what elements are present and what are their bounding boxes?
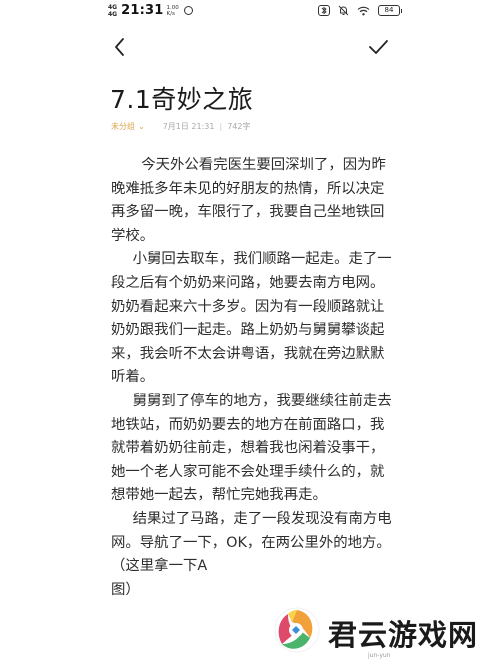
- back-button[interactable]: [110, 36, 132, 58]
- status-left: 4G 4G 21:31 1.00 K/s: [108, 3, 193, 18]
- wifi-icon: [357, 6, 370, 15]
- chevron-left-icon: [115, 38, 124, 56]
- done-button[interactable]: [366, 36, 390, 58]
- watermark-text: 君云游戏网: [328, 618, 479, 652]
- notification-app-icon: [183, 6, 193, 15]
- category-label: 未分组: [111, 122, 135, 131]
- battery-icon: 84: [378, 5, 402, 16]
- paragraph: 图）: [111, 581, 140, 598]
- note-date: 7月1日 21:31: [162, 122, 215, 131]
- paragraph: 小舅回去取车，我们顺路一起走。走了一段之后有个奶奶来问路，她要去南方电网。奶奶看…: [111, 251, 392, 386]
- watermark-logo-icon: [274, 607, 320, 653]
- chevron-down-icon: ⌄: [138, 122, 145, 131]
- note-meta: 未分组 ⌄ 7月1日 21:31 | 742字: [111, 121, 250, 132]
- clock: 21:31: [121, 3, 164, 18]
- paragraph: 舅舅到了停车的地方，我要继续往前走去地铁站，而奶奶要去的地方在前面路口，我就带着…: [111, 392, 392, 504]
- battery-level: 84: [384, 6, 394, 14]
- site-watermark: 君云游戏网 jun-yun: [272, 600, 500, 667]
- speed-unit: K/s: [166, 10, 175, 17]
- paragraph: 今天外公看完医生要回深圳了，因为昨晚难抵多年未见的好朋友的热情，所以决定再多留一…: [111, 157, 386, 244]
- paragraph: 结果过了马路，走了一段发现没有南方电网。导航了一下，OK，在两公里外的地方。（这…: [111, 510, 392, 575]
- mute-bell-icon: [338, 5, 349, 16]
- status-right: 84: [318, 5, 402, 16]
- speed-value: 1.00: [166, 4, 179, 11]
- note-title[interactable]: 7.1奇妙之旅: [110, 80, 253, 116]
- network-indicator: 4G 4G: [108, 4, 117, 18]
- meta-separator: |: [219, 122, 223, 131]
- bluetooth-icon: [318, 5, 330, 16]
- word-count: 742字: [227, 122, 251, 131]
- note-body[interactable]: 今天外公看完医生要回深圳了，因为昨晚难抵多年未见的好朋友的热情，所以决定再多留一…: [111, 154, 396, 602]
- network-bottom-label: 4G: [108, 10, 118, 18]
- status-bar: 4G 4G 21:31 1.00 K/s 84: [0, 0, 500, 24]
- network-speed: 1.00 K/s: [167, 5, 179, 17]
- checkmark-icon: [369, 40, 388, 54]
- watermark-url: jun-yun: [368, 652, 391, 659]
- network-top-label: 4G: [108, 3, 118, 11]
- category-selector[interactable]: 未分组 ⌄: [111, 121, 145, 132]
- nav-bar: [0, 30, 500, 66]
